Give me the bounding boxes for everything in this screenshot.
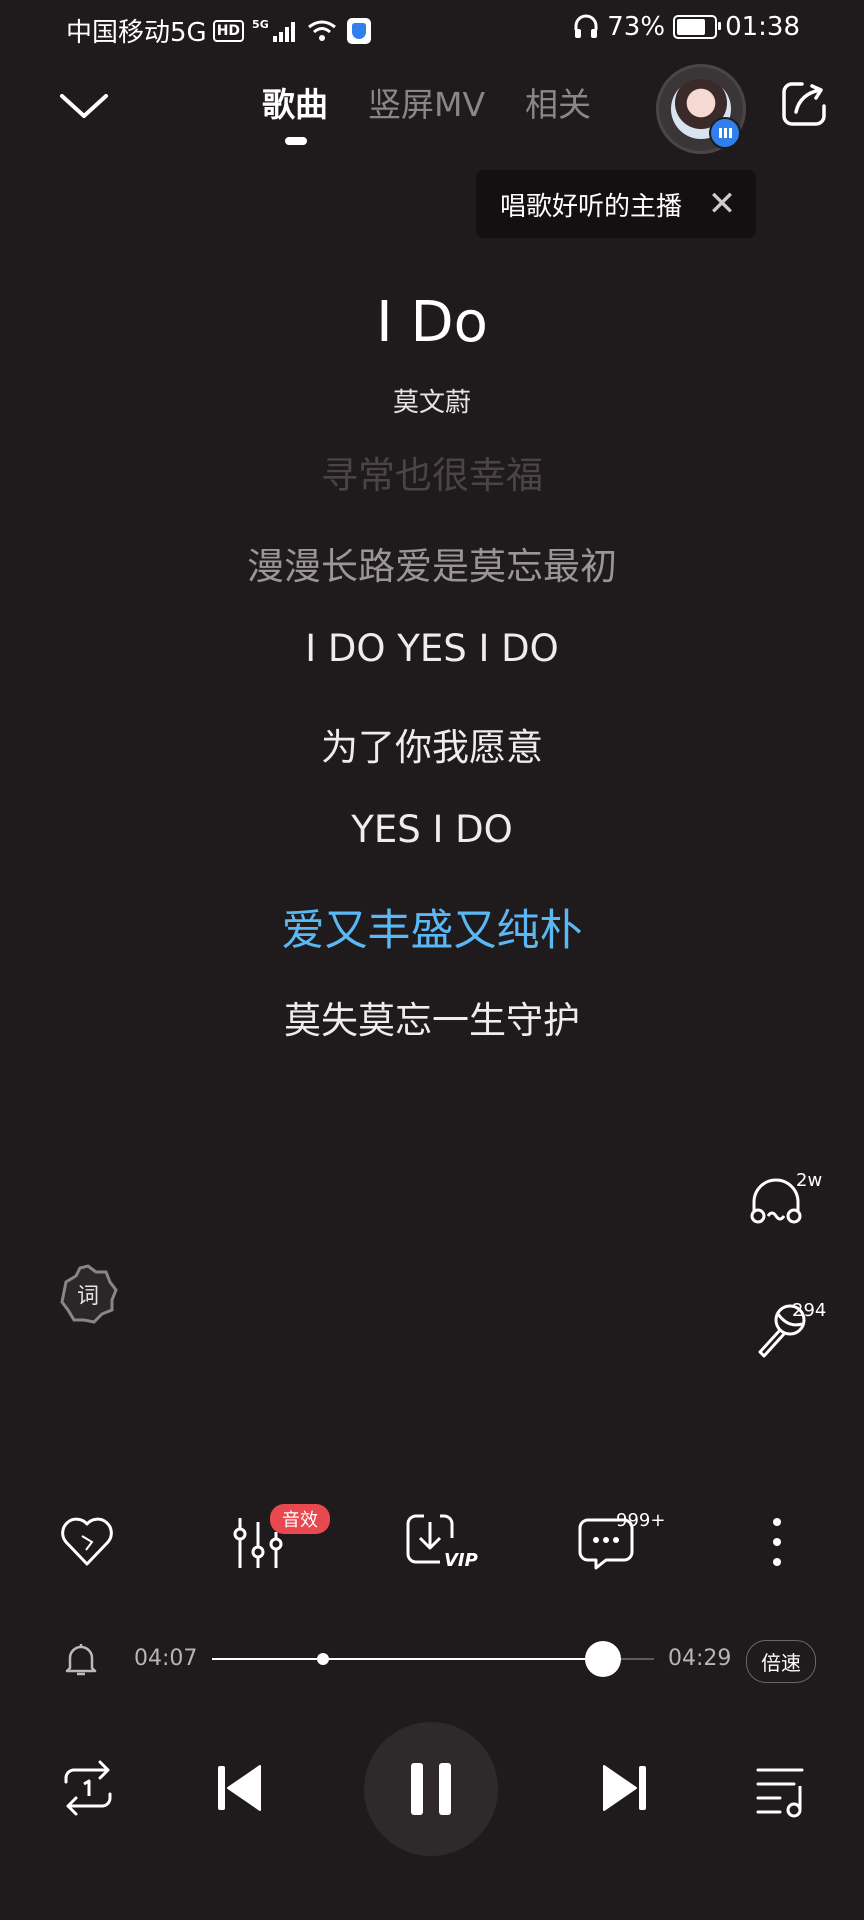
security-shield-icon: [346, 17, 371, 44]
tab-song[interactable]: 歌曲: [262, 78, 328, 126]
hd-badge: HD: [212, 19, 245, 42]
wifi-icon: [307, 20, 336, 41]
listen-count: 2w: [796, 1170, 823, 1191]
chevron-down-icon[interactable]: [56, 78, 112, 134]
anchor-tooltip: 唱歌好听的主播 ✕: [476, 170, 756, 238]
chorus-marker: [316, 1653, 329, 1665]
lyric-line[interactable]: I DO YES I DO: [0, 627, 864, 670]
heart-icon[interactable]: [56, 1510, 118, 1572]
lyric-line[interactable]: 为了你我愿意: [0, 717, 864, 771]
lyric-line[interactable]: 莫失莫忘一生守护: [0, 990, 864, 1044]
status-bar: 中国移动5G HD 5G 73% 01:38: [0, 0, 864, 60]
more-options-icon[interactable]: [760, 1512, 794, 1574]
battery-percent: 73%: [607, 12, 666, 42]
tab-vertical-mv[interactable]: 竖屏MV: [368, 78, 485, 126]
current-time: 04:07: [134, 1646, 198, 1671]
sing-count: 294: [792, 1300, 827, 1321]
comment-count: 999+: [616, 1510, 666, 1531]
battery-icon: [673, 15, 722, 39]
headphones-icon: [574, 14, 598, 38]
signal-icon: [272, 20, 295, 42]
share-icon[interactable]: [780, 80, 828, 128]
tab-indicator: [285, 137, 307, 145]
lyric-line[interactable]: 漫漫长路爱是莫忘最初: [0, 536, 864, 590]
live-playing-icon: [709, 117, 741, 149]
repeat-one-icon[interactable]: [52, 1752, 124, 1824]
clock: 01:38: [725, 12, 800, 42]
lyric-badge-label: 词: [77, 1284, 99, 1309]
carrier-label: 中国移动5G: [66, 18, 207, 48]
total-time: 04:29: [668, 1646, 732, 1671]
previous-track-icon[interactable]: [204, 1752, 276, 1824]
next-track-icon[interactable]: [588, 1752, 660, 1824]
pause-button[interactable]: [364, 1722, 498, 1856]
status-right: 73% 01:38: [573, 12, 800, 42]
anchor-avatar[interactable]: [656, 64, 746, 154]
pause-bar: [439, 1763, 451, 1815]
nav-tabs: 歌曲 竖屏MV 相关: [262, 78, 591, 126]
tab-related[interactable]: 相关: [525, 78, 591, 126]
song-title: I Do: [376, 290, 488, 355]
progress-fill: [212, 1658, 604, 1660]
lyric-line[interactable]: 寻常也很幸福: [0, 445, 864, 499]
close-icon[interactable]: ✕: [702, 184, 742, 224]
lyric-line-current[interactable]: 爱又丰盛又纯朴: [0, 896, 864, 958]
speed-button[interactable]: 倍速: [746, 1640, 816, 1683]
sound-effect-badge: 音效: [270, 1504, 330, 1534]
vip-label: VIP: [444, 1550, 478, 1571]
artist-name[interactable]: 莫文蔚: [0, 382, 864, 419]
lyric-mode-icon[interactable]: 词: [56, 1262, 120, 1326]
progress-thumb[interactable]: [585, 1641, 622, 1677]
bell-icon[interactable]: [62, 1640, 100, 1678]
pause-bar: [411, 1763, 423, 1815]
playlist-icon[interactable]: [744, 1752, 816, 1824]
lyric-line[interactable]: YES I DO: [0, 808, 864, 851]
tooltip-text: 唱歌好听的主播: [500, 191, 683, 222]
download-vip-icon[interactable]: VIP: [404, 1510, 478, 1572]
status-left: 中国移动5G HD 5G: [66, 12, 371, 49]
network-type: 5G: [252, 18, 269, 31]
